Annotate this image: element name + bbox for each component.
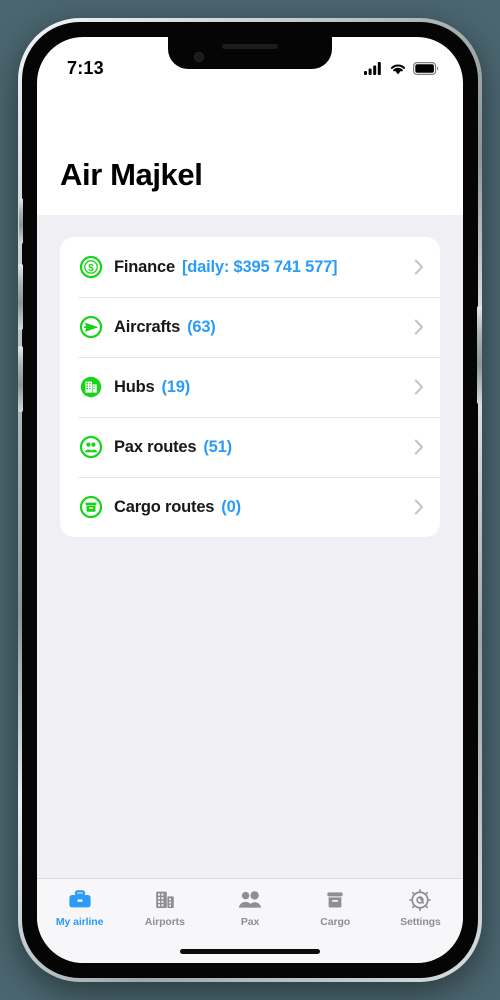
list-item-value: (0) xyxy=(221,497,241,516)
buildings-circle-icon xyxy=(78,375,103,400)
list-item-label: Pax routes xyxy=(114,437,197,456)
front-camera-icon xyxy=(194,52,204,62)
phone-screen: 7:13 Air Majkel $ Finance [daily: $395 7… xyxy=(37,37,463,963)
silence-switch[interactable] xyxy=(19,198,23,244)
list-item-value: (19) xyxy=(161,377,190,396)
status-bar-icons xyxy=(364,61,439,75)
power-button[interactable] xyxy=(477,306,482,404)
notch xyxy=(168,37,332,69)
airplane-circle-icon xyxy=(78,315,103,340)
box-circle-icon xyxy=(78,495,103,520)
phone-frame: 7:13 Air Majkel $ Finance [daily: $395 7… xyxy=(18,18,482,982)
tab-label: My airline xyxy=(55,916,104,928)
volume-down-button[interactable] xyxy=(18,346,23,412)
tab-cargo[interactable]: Cargo xyxy=(293,887,378,928)
status-bar-time: 7:13 xyxy=(67,57,104,78)
earpiece-speaker xyxy=(222,44,278,49)
list-item-pax-routes[interactable]: Pax routes (51) xyxy=(60,417,440,477)
chevron-right-icon xyxy=(414,439,423,455)
people-icon xyxy=(236,887,264,913)
list-item-value: (51) xyxy=(203,437,232,456)
summary-card: $ Finance [daily: $395 741 577] Aircraft… xyxy=(60,237,440,537)
svg-text:$: $ xyxy=(88,263,94,274)
chevron-right-icon xyxy=(414,379,423,395)
gear-icon xyxy=(407,887,433,913)
cellular-signal-icon xyxy=(364,61,381,75)
buildings-icon xyxy=(152,887,178,913)
tab-label: Cargo xyxy=(320,916,351,928)
chevron-right-icon xyxy=(414,319,423,335)
battery-full-icon xyxy=(413,61,439,75)
chevron-right-icon xyxy=(414,499,423,515)
list-item-label: Cargo routes xyxy=(114,497,215,516)
list-item-value: [daily: $395 741 577] xyxy=(181,257,338,276)
tab-airports[interactable]: Airports xyxy=(122,887,207,928)
home-indicator[interactable] xyxy=(180,949,320,954)
main-content: $ Finance [daily: $395 741 577] Aircraft… xyxy=(37,215,463,878)
tab-settings[interactable]: Settings xyxy=(378,887,463,928)
nav-header: Air Majkel xyxy=(37,85,463,215)
list-item-label: Hubs xyxy=(114,377,155,396)
phone-body: 7:13 Air Majkel $ Finance [daily: $395 7… xyxy=(18,22,482,978)
box-icon xyxy=(322,887,348,913)
volume-up-button[interactable] xyxy=(18,264,23,330)
briefcase-icon xyxy=(67,887,93,913)
list-item-value: (63) xyxy=(187,317,216,336)
list-item-aircrafts[interactable]: Aircrafts (63) xyxy=(60,297,440,357)
chevron-right-icon xyxy=(414,259,423,275)
tab-label: Settings xyxy=(400,916,441,928)
people-circle-icon xyxy=(78,435,103,460)
tab-pax[interactable]: Pax xyxy=(207,887,292,928)
list-item-finance[interactable]: $ Finance [daily: $395 741 577] xyxy=(60,237,440,297)
tab-my-airline[interactable]: My airline xyxy=(37,887,122,928)
list-item-cargo-routes[interactable]: Cargo routes (0) xyxy=(60,477,440,537)
tab-label: Pax xyxy=(240,916,260,928)
page-title: Air Majkel xyxy=(60,157,203,192)
list-item-hubs[interactable]: Hubs (19) xyxy=(60,357,440,417)
list-item-label: Finance xyxy=(114,257,175,276)
wifi-icon xyxy=(390,64,406,74)
dollar-coin-icon: $ xyxy=(78,255,103,280)
tab-label: Airports xyxy=(144,916,185,928)
list-item-label: Aircrafts xyxy=(114,317,181,336)
